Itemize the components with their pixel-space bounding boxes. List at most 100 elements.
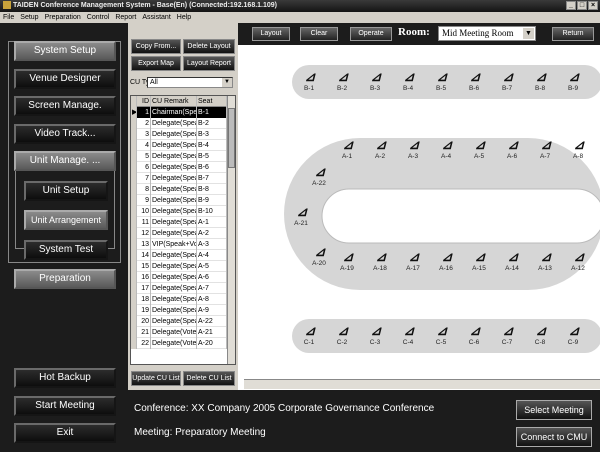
video-track-button[interactable]: Video Track...	[14, 124, 116, 144]
seat-unit[interactable]: ⊿ A-16	[435, 249, 457, 273]
seat-unit[interactable]: ⊿ B-7	[496, 69, 518, 93]
column-header-id[interactable]: ID	[137, 96, 151, 107]
table-row[interactable]: 9Delegate(SpeakB-9	[131, 195, 235, 206]
seat-unit[interactable]: ⊿ B-1	[298, 69, 320, 93]
seat-unit[interactable]: ⊿ A-8	[567, 137, 589, 161]
canvas-horizontal-scrollbar[interactable]	[244, 379, 600, 389]
seat-unit[interactable]: ⊿ A-6	[501, 137, 523, 161]
column-header-seat[interactable]: Seat	[197, 96, 227, 107]
layout-button[interactable]: Layout	[252, 27, 290, 41]
seat-unit[interactable]: ⊿ C-7	[496, 323, 518, 347]
connect-cmu-button[interactable]: Connect to CMU	[516, 427, 592, 447]
cu-table-scrollbar[interactable]	[227, 96, 235, 364]
select-meeting-button[interactable]: Select Meeting	[516, 400, 592, 420]
chevron-down-icon[interactable]: ▼	[222, 78, 232, 87]
seat-unit[interactable]: ⊿ A-15	[468, 249, 490, 273]
preparation-button[interactable]: Preparation	[14, 269, 116, 289]
seat-unit[interactable]: ⊿ A-12	[567, 249, 589, 273]
update-cu-list-button[interactable]: Update CU List	[131, 371, 181, 386]
seat-unit[interactable]: ⊿ C-9	[562, 323, 584, 347]
start-meeting-button[interactable]: Start Meeting	[14, 396, 116, 416]
table-row[interactable]: 5Delegate(SpeakB-5	[131, 151, 235, 162]
table-row[interactable]: 19Delegate(SpeakA-9	[131, 305, 235, 316]
table-row[interactable]: 15Delegate(SpeakA-5	[131, 261, 235, 272]
system-setup-button[interactable]: System Setup	[14, 41, 116, 61]
scrollbar-thumb[interactable]	[228, 108, 235, 168]
table-row[interactable]: 18Delegate(SpeakA-8	[131, 294, 235, 305]
seat-unit[interactable]: ⊿ A-19	[336, 249, 358, 273]
venue-designer-button[interactable]: Venue Designer	[14, 69, 116, 89]
table-row[interactable]: 4Delegate(SpeakB-4	[131, 140, 235, 151]
seat-unit[interactable]: ⊿ A-7	[534, 137, 556, 161]
room-select[interactable]: Mid Meeting Room ▼	[438, 26, 536, 41]
seat-unit[interactable]: ⊿ B-9	[562, 69, 584, 93]
layout-report-button[interactable]: Layout Report	[183, 56, 235, 71]
table-row[interactable]: 6Delegate(SpeakB-6	[131, 162, 235, 173]
seat-unit[interactable]: ⊿ C-5	[430, 323, 452, 347]
minimize-button[interactable]: _	[566, 1, 576, 10]
seat-unit[interactable]: ⊿ A-3	[402, 137, 424, 161]
menu-assistant[interactable]: Assistant	[142, 12, 170, 23]
seat-unit[interactable]: ⊿ B-6	[463, 69, 485, 93]
menu-preparation[interactable]: Preparation	[45, 12, 81, 23]
close-button[interactable]: ×	[588, 1, 598, 10]
table-row[interactable]: 16Delegate(SpeakA-6	[131, 272, 235, 283]
unit-manage-button[interactable]: Unit Manage. ...	[14, 151, 116, 171]
seat-unit[interactable]: ⊿ A-18	[369, 249, 391, 273]
seat-unit[interactable]: ⊿ A-2	[369, 137, 391, 161]
seat-unit[interactable]: ⊿ C-4	[397, 323, 419, 347]
seat-layout-canvas[interactable]: ⊿ B-1 ⊿ B-2 ⊿ B-3 ⊿ B-4 ⊿ B-5 ⊿ B-6 ⊿ B-7 ⊿ B-8 ⊿ B-9 ⊿ A-1…	[244, 49, 600, 379]
seat-unit[interactable]: ⊿ C-8	[529, 323, 551, 347]
chevron-down-icon[interactable]: ▼	[523, 28, 534, 39]
seat-unit[interactable]: ⊿ C-2	[331, 323, 353, 347]
seat-unit[interactable]: ⊿ A-20	[308, 244, 330, 268]
system-test-button[interactable]: System Test	[24, 240, 108, 260]
table-row[interactable]: 22 Delegate(Vote) A-20	[131, 338, 235, 349]
screen-manage-button[interactable]: Screen Manage.	[14, 96, 116, 116]
return-button[interactable]: Return	[552, 27, 594, 41]
table-row[interactable]: 13VIP(Speak+VoteA-3	[131, 239, 235, 250]
table-row[interactable]: 7Delegate(SpeakB-7	[131, 173, 235, 184]
seat-unit[interactable]: ⊿ A-13	[534, 249, 556, 273]
seat-unit[interactable]: ⊿ A-22	[308, 164, 330, 188]
menu-help[interactable]: Help	[177, 12, 191, 23]
copy-from-button[interactable]: Copy From...	[131, 39, 181, 54]
table-row[interactable]: ▶1Chairman(SpeakB-1	[131, 107, 235, 118]
table-row[interactable]: 8Delegate(SpeakB-8	[131, 184, 235, 195]
table-row[interactable]: 2Delegate(SpeakB-2	[131, 118, 235, 129]
seat-unit[interactable]: ⊿ C-3	[364, 323, 386, 347]
menu-setup[interactable]: Setup	[20, 12, 38, 23]
seat-unit[interactable]: ⊿ C-1	[298, 323, 320, 347]
table-row[interactable]: 11Delegate(SpeakA-1	[131, 217, 235, 228]
seat-unit[interactable]: ⊿ C-6	[463, 323, 485, 347]
table-row[interactable]: 20Delegate(SpeakA-22	[131, 316, 235, 327]
seat-unit[interactable]: ⊿ B-4	[397, 69, 419, 93]
table-row[interactable]: 14Delegate(SpeakA-4	[131, 250, 235, 261]
menu-report[interactable]: Report	[115, 12, 136, 23]
seat-unit[interactable]: ⊿ A-21	[290, 204, 312, 228]
table-row[interactable]: 3Delegate(SpeakB-3	[131, 129, 235, 140]
column-header-remark[interactable]: CU Remark	[151, 96, 197, 107]
seat-unit[interactable]: ⊿ B-5	[430, 69, 452, 93]
table-row[interactable]: 12Delegate(SpeakA-2	[131, 228, 235, 239]
unit-arrangement-button[interactable]: Unit Arrangement	[24, 210, 108, 230]
maximize-button[interactable]: □	[577, 1, 587, 10]
seat-unit[interactable]: ⊿ A-17	[402, 249, 424, 273]
delete-layout-button[interactable]: Delete Layout	[183, 39, 235, 54]
unit-setup-button[interactable]: Unit Setup	[24, 181, 108, 201]
seat-unit[interactable]: ⊿ A-14	[501, 249, 523, 273]
operate-button[interactable]: Operate	[350, 27, 392, 41]
seat-unit[interactable]: ⊿ A-1	[336, 137, 358, 161]
seat-unit[interactable]: ⊿ A-5	[468, 137, 490, 161]
seat-unit[interactable]: ⊿ B-3	[364, 69, 386, 93]
seat-unit[interactable]: ⊿ B-2	[331, 69, 353, 93]
clear-button[interactable]: Clear	[300, 27, 338, 41]
cu-type-select[interactable]: All ▼	[147, 77, 233, 88]
hot-backup-button[interactable]: Hot Backup	[14, 368, 116, 388]
table-row[interactable]: 10Delegate(SpeakB-10	[131, 206, 235, 217]
seat-unit[interactable]: ⊿ B-8	[529, 69, 551, 93]
menu-file[interactable]: File	[3, 12, 14, 23]
table-row[interactable]: 17Delegate(SpeakA-7	[131, 283, 235, 294]
exit-button[interactable]: Exit	[14, 423, 116, 443]
cu-table[interactable]: ID CU Remark Seat ▶1Chairman(SpeakB-12De…	[130, 95, 236, 365]
